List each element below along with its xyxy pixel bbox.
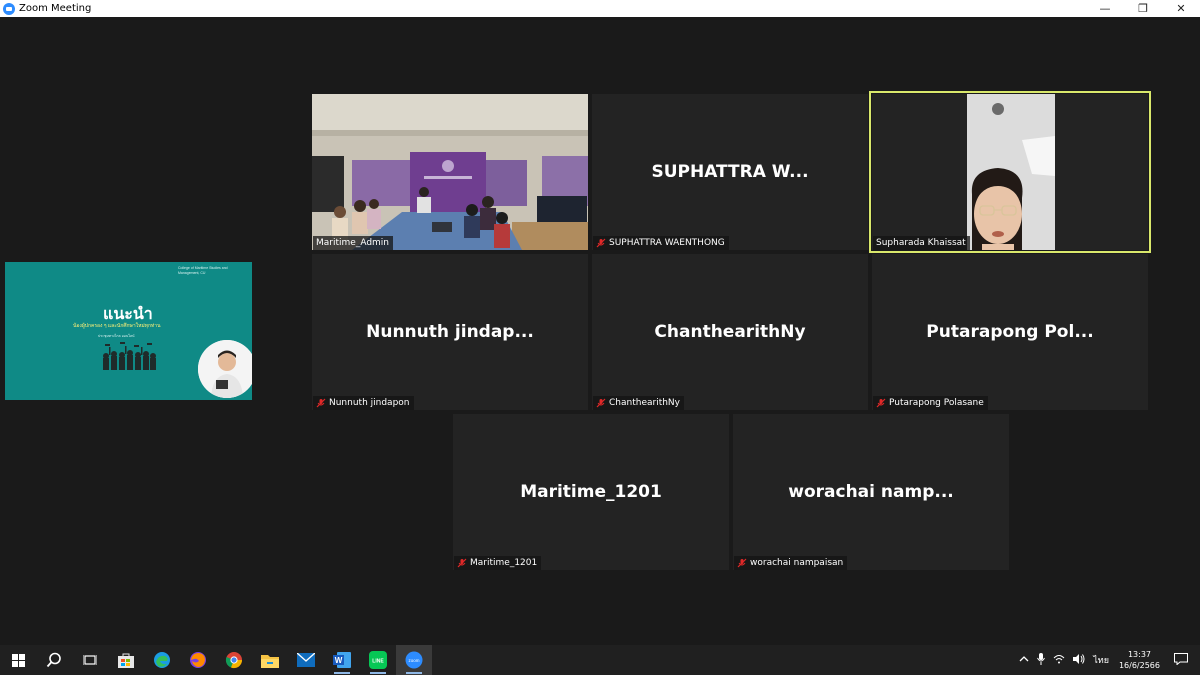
muted-mic-icon <box>457 558 467 568</box>
clock-time: 13:37 <box>1127 650 1152 659</box>
minimize-button[interactable]: — <box>1086 0 1124 17</box>
participant-display-name: ChanthearithNy <box>654 322 806 342</box>
window-titlebar: Zoom Meeting — ❐ ✕ <box>0 0 1200 17</box>
participant-name: Putarapong Polasane <box>889 398 984 408</box>
word-icon[interactable]: W <box>324 645 360 675</box>
presenter-photo <box>198 340 252 398</box>
slide-small-text: ประชุมทางไกล ออนไลน์ <box>98 334 135 338</box>
participant-tile-supharada[interactable]: Supharada Khaissat <box>869 91 1151 253</box>
speaker-icon[interactable] <box>1073 653 1085 667</box>
participant-tile-chanthearithny[interactable]: ChanthearithNy ChanthearithNy <box>592 254 868 410</box>
graduates-illustration <box>103 342 156 370</box>
window-title: Zoom Meeting <box>19 3 92 14</box>
svg-text:LINE: LINE <box>372 659 384 665</box>
notification-icon[interactable] <box>1174 652 1188 668</box>
participant-name: Maritime_1201 <box>470 558 538 568</box>
muted-mic-icon <box>876 398 886 408</box>
participant-nameplate: Maritime_Admin <box>313 236 393 250</box>
participant-nameplate: Maritime_1201 <box>454 556 542 570</box>
participant-display-name: Maritime_1201 <box>520 482 662 502</box>
webcam-video-feed <box>872 94 1148 250</box>
edge-icon[interactable] <box>144 645 180 675</box>
chrome-icon[interactable] <box>216 645 252 675</box>
restore-button[interactable]: ❐ <box>1124 0 1162 17</box>
participant-name: Supharada Khaissat <box>876 238 966 248</box>
muted-mic-icon <box>316 398 326 408</box>
network-icon[interactable] <box>1053 654 1065 667</box>
muted-mic-icon <box>596 238 606 248</box>
participant-nameplate: Supharada Khaissat <box>873 236 970 250</box>
zoom-icon[interactable]: zoom <box>396 645 432 675</box>
participant-tile-suphattra[interactable]: SUPHATTRA W... SUPHATTRA WAENTHONG <box>592 94 868 250</box>
participant-name: worachai nampaisan <box>750 558 844 568</box>
participant-name: ChanthearithNy <box>609 398 680 408</box>
microphone-icon[interactable] <box>1037 652 1046 668</box>
muted-mic-icon <box>596 398 606 408</box>
chevron-up-icon[interactable] <box>1019 655 1029 666</box>
participant-tile-putarapong[interactable]: Putarapong Pol... Putarapong Polasane <box>872 254 1148 410</box>
file-explorer-icon[interactable] <box>252 645 288 675</box>
room-video-feed <box>312 94 588 250</box>
participant-name: Nunnuth jindapon <box>329 398 410 408</box>
line-icon[interactable]: LINE <box>360 645 396 675</box>
participant-nameplate: SUPHATTRA WAENTHONG <box>593 236 729 250</box>
task-view-icon[interactable] <box>72 645 108 675</box>
language-indicator[interactable]: ไทย <box>1093 653 1109 667</box>
participant-tile-worachai[interactable]: worachai namp... worachai nampaisan <box>733 414 1009 570</box>
mail-icon[interactable] <box>288 645 324 675</box>
svg-text:W: W <box>335 656 343 665</box>
close-button[interactable]: ✕ <box>1162 0 1200 17</box>
participant-nameplate: worachai nampaisan <box>734 556 848 570</box>
participant-display-name: worachai namp... <box>788 482 954 502</box>
taskbar-clock[interactable]: 13:37 16/6/2566 <box>1119 649 1160 671</box>
participant-display-name: Nunnuth jindap... <box>366 322 534 342</box>
svg-text:zoom: zoom <box>408 658 419 663</box>
participant-nameplate: Nunnuth jindapon <box>313 396 414 410</box>
store-icon[interactable] <box>108 645 144 675</box>
participant-display-name: Putarapong Pol... <box>926 322 1094 342</box>
clock-date: 16/6/2566 <box>1118 661 1160 670</box>
window-controls: — ❐ ✕ <box>1086 0 1200 17</box>
participant-nameplate: ChanthearithNy <box>593 396 684 410</box>
slide-subtitle: น้องผู้ปกครอง ๆ และนักศึกษาใหม่ทุกท่าน <box>73 323 161 329</box>
participant-name: Maritime_Admin <box>316 238 389 248</box>
participant-name: SUPHATTRA WAENTHONG <box>609 238 725 248</box>
shared-screen-thumbnail[interactable]: College of Maritime Studies and Manageme… <box>5 262 252 400</box>
participant-tile-maritime-1201[interactable]: Maritime_1201 Maritime_1201 <box>453 414 729 570</box>
participant-tile-nunnuth[interactable]: Nunnuth jindap... Nunnuth jindapon <box>312 254 588 410</box>
system-tray: ไทย 13:37 16/6/2566 <box>1015 645 1200 675</box>
firefox-icon[interactable] <box>180 645 216 675</box>
participant-tile-maritime-admin[interactable]: Maritime_Admin <box>312 94 588 250</box>
participant-display-name: SUPHATTRA W... <box>651 162 809 182</box>
muted-mic-icon <box>737 558 747 568</box>
windows-start-icon[interactable] <box>0 645 36 675</box>
slide-org-text: College of Maritime Studies and Manageme… <box>178 266 228 275</box>
zoom-app-icon <box>3 2 15 15</box>
windows-taskbar: W LINE zoom ไทย 13:37 16/6/2566 <box>0 645 1200 675</box>
search-icon[interactable] <box>36 645 72 675</box>
participant-nameplate: Putarapong Polasane <box>873 396 988 410</box>
